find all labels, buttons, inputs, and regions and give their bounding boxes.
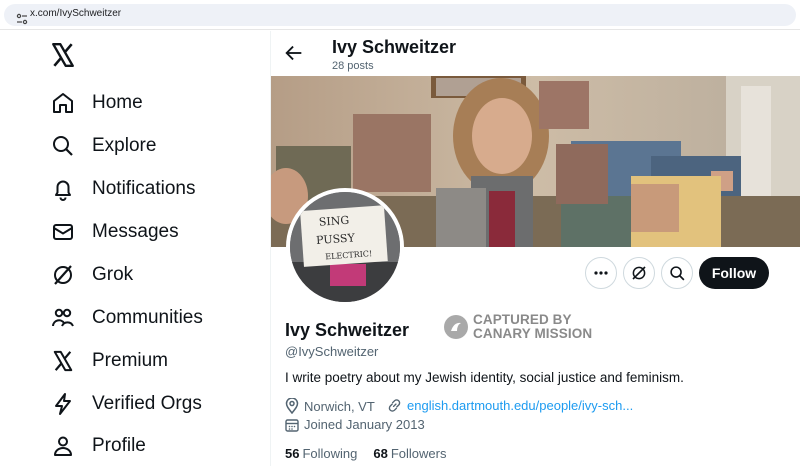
search-profile-button[interactable] bbox=[661, 257, 693, 289]
url-field[interactable] bbox=[4, 4, 796, 26]
nav-explore-label: Explore bbox=[92, 135, 157, 156]
profile-bio: I write poetry about my Jewish identity,… bbox=[285, 370, 684, 385]
nav-messages[interactable]: Messages bbox=[50, 216, 179, 248]
nav-explore[interactable]: Explore bbox=[50, 130, 156, 162]
profile-avatar[interactable]: SING PUSSY ELECTRIC! bbox=[286, 188, 404, 306]
profile-joined: Joined January 2013 bbox=[285, 417, 425, 432]
nav-messages-label: Messages bbox=[92, 221, 179, 242]
following-link[interactable]: 56 Following bbox=[285, 446, 357, 461]
grok-icon bbox=[50, 262, 76, 288]
lightning-icon bbox=[50, 391, 76, 417]
canary-mission-watermark: CAPTURED BY CANARY MISSION bbox=[444, 313, 592, 341]
follow-stats: 56 Following 68 Followers bbox=[285, 446, 446, 461]
joined-text: Joined January 2013 bbox=[304, 417, 425, 432]
nav-profile-label: Profile bbox=[92, 435, 146, 456]
ellipsis-icon bbox=[594, 271, 608, 275]
avatar-sign-line1: SING bbox=[318, 214, 349, 229]
nav-communities[interactable]: Communities bbox=[50, 302, 203, 334]
header-post-count: 28 posts bbox=[332, 60, 374, 72]
home-icon bbox=[50, 90, 76, 116]
site-settings-icon[interactable] bbox=[16, 13, 28, 25]
grok-icon bbox=[632, 266, 646, 280]
nav-home[interactable]: Home bbox=[50, 87, 143, 119]
nav-grok-label: Grok bbox=[92, 264, 134, 285]
search-icon bbox=[50, 133, 76, 159]
followers-label: Followers bbox=[390, 446, 447, 461]
nav-verified-orgs[interactable]: Verified Orgs bbox=[50, 388, 202, 420]
people-icon bbox=[50, 305, 76, 331]
more-options-button[interactable] bbox=[585, 257, 617, 289]
nav-communities-label: Communities bbox=[92, 307, 203, 328]
back-arrow-icon[interactable] bbox=[283, 42, 305, 64]
location-text: Norwich, VT bbox=[304, 398, 375, 414]
profile-handle: @IvySchweitzer bbox=[285, 344, 379, 359]
watermark-line1: CAPTURED BY bbox=[473, 312, 572, 327]
nav-profile[interactable]: Profile bbox=[50, 430, 146, 462]
watermark-line2: CANARY MISSION bbox=[473, 326, 593, 341]
followers-count: 68 bbox=[373, 446, 388, 461]
website-link[interactable]: english.dartmouth.edu/people/ivy-sch... bbox=[407, 398, 633, 413]
nav-grok[interactable]: Grok bbox=[50, 259, 133, 291]
follow-button[interactable]: Follow bbox=[699, 257, 769, 289]
browser-address-bar[interactable]: x.com/IvySchweitzer bbox=[0, 0, 800, 30]
profile-location: Norwich, VT bbox=[285, 398, 375, 414]
person-icon bbox=[50, 433, 76, 459]
profile-website[interactable]: english.dartmouth.edu/people/ivy-sch... bbox=[387, 398, 633, 413]
avatar-sign-line2: PUSSY bbox=[316, 231, 356, 247]
url-text: x.com/IvySchweitzer bbox=[30, 8, 122, 19]
canary-bird-icon bbox=[444, 315, 468, 339]
following-count: 56 bbox=[285, 446, 300, 461]
nav-notifications[interactable]: Notifications bbox=[50, 173, 196, 205]
nav-premium-label: Premium bbox=[92, 350, 169, 371]
search-icon bbox=[669, 265, 684, 280]
nav-home-label: Home bbox=[92, 92, 143, 113]
link-icon bbox=[388, 399, 401, 412]
mail-icon bbox=[50, 219, 76, 245]
nav-premium[interactable]: Premium bbox=[50, 345, 168, 377]
header-profile-name: Ivy Schweitzer bbox=[332, 37, 457, 57]
profile-name: Ivy Schweitzer bbox=[285, 320, 410, 340]
bell-icon bbox=[50, 176, 76, 202]
nav-verified-orgs-label: Verified Orgs bbox=[92, 393, 202, 414]
x-logo-icon[interactable] bbox=[50, 42, 76, 68]
x-logo-icon bbox=[50, 348, 76, 374]
nav-notifications-label: Notifications bbox=[92, 178, 196, 199]
following-label: Following bbox=[302, 446, 358, 461]
location-pin-icon bbox=[285, 398, 299, 414]
calendar-icon bbox=[285, 418, 299, 432]
grok-button[interactable] bbox=[623, 257, 655, 289]
followers-link[interactable]: 68 Followers bbox=[373, 446, 446, 461]
